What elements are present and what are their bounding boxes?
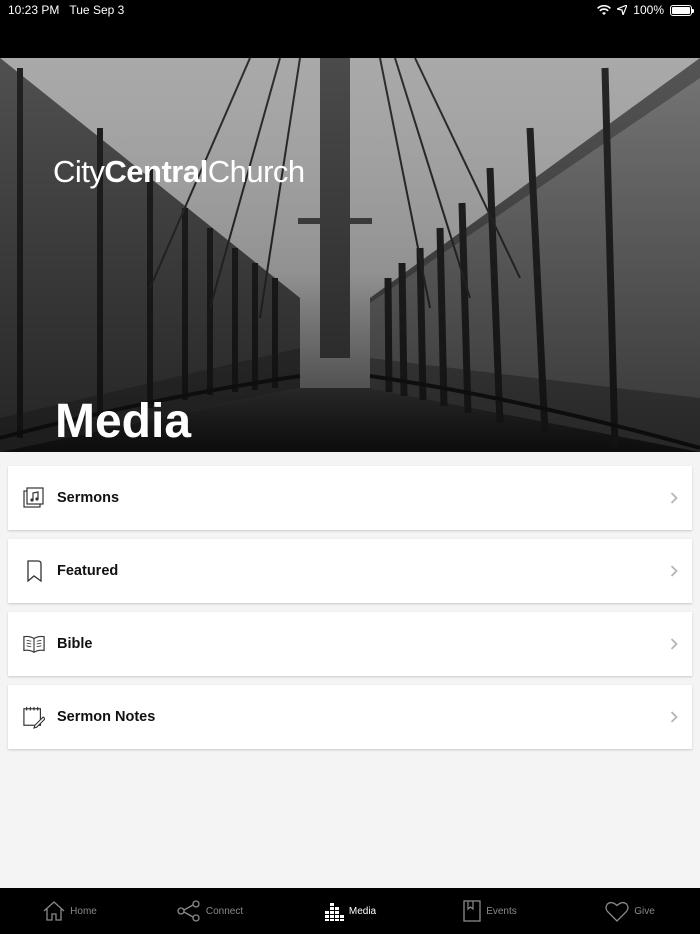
notepad-pencil-icon: [23, 705, 45, 729]
tab-label: Connect: [205, 905, 244, 917]
page-title: Media: [55, 395, 192, 448]
bridge-photo: [0, 58, 700, 452]
menu-item-label: Sermons: [57, 490, 120, 506]
tab-label: Give: [634, 905, 655, 917]
battery-icon: [670, 4, 694, 16]
tab-media[interactable]: Media: [280, 888, 420, 934]
menu-item-label: Sermon Notes: [57, 709, 156, 725]
status-time: 10:23 PM: [8, 3, 60, 17]
location-arrow-icon: [617, 5, 628, 15]
menu-item-label: Bible: [57, 636, 93, 652]
chevron-right-icon: [670, 638, 678, 650]
tab-events[interactable]: Events: [420, 888, 560, 934]
status-bar: 10:23 PM Tue Sep 3 100%: [0, 0, 700, 58]
battery-percent: 100%: [633, 3, 664, 17]
tab-connect[interactable]: Connect: [140, 888, 280, 934]
events-icon: [463, 900, 481, 922]
share-icon: [177, 900, 200, 922]
tab-home[interactable]: Home: [0, 888, 140, 934]
tab-label: Events: [486, 905, 517, 917]
tab-label: Home: [70, 905, 97, 917]
music-note-icon: [23, 486, 45, 510]
menu-item-sermons[interactable]: Sermons: [8, 466, 692, 530]
open-book-icon: [23, 632, 45, 656]
menu-item-bible[interactable]: Bible: [8, 612, 692, 676]
media-menu-list: Sermons Featured Bible Sermon Notes: [8, 466, 692, 758]
bookmark-icon: [23, 559, 45, 583]
menu-item-featured[interactable]: Featured: [8, 539, 692, 603]
wifi-icon: [597, 4, 612, 15]
church-logo: CityCentralChurch: [53, 154, 305, 189]
menu-item-label: Featured: [57, 563, 119, 579]
hero-banner: CityCentralChurch Media: [0, 58, 700, 452]
chevron-right-icon: [670, 711, 678, 723]
chevron-right-icon: [670, 492, 678, 504]
tab-give[interactable]: Give: [560, 888, 700, 934]
menu-item-sermon-notes[interactable]: Sermon Notes: [8, 685, 692, 749]
media-icon: [324, 903, 344, 921]
chevron-right-icon: [670, 565, 678, 577]
tab-label: Media: [348, 905, 377, 917]
home-icon: [43, 901, 65, 921]
heart-icon: [605, 901, 629, 922]
tab-bar: Home Connect Media Events Give: [0, 888, 700, 934]
status-date: Tue Sep 3: [69, 3, 125, 17]
